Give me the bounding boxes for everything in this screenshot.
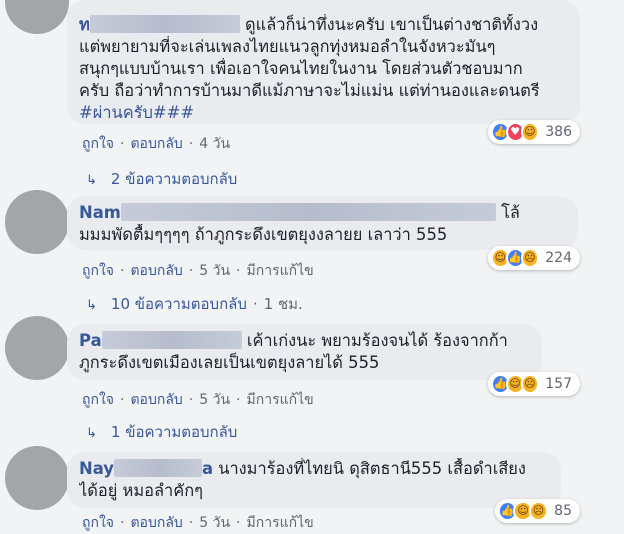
reply-arrow-icon: ↳: [86, 298, 97, 313]
comment-text-line: แต่พยายามที่จะเล่นเพลงไทยแนวลูกทุ่งหมอลำ…: [79, 37, 496, 56]
comment-actions: ถูกใจ · ตอบกลับ · 4 วัน: [82, 136, 231, 152]
sad-icon: ☹: [520, 374, 540, 394]
reply-arrow-icon: ↳: [86, 173, 97, 188]
timestamp[interactable]: 5 วัน: [199, 392, 230, 408]
comment-actions: ถูกใจ · ตอบกลับ · 5 วัน · มีการแก้ไข: [82, 392, 314, 408]
blurred-name: [113, 459, 202, 477]
reply-link[interactable]: ตอบกลับ: [130, 263, 182, 279]
comment-text-line: ดูแล้วก็น่าทึ่งนะครับ เขาเป็นต่างชาติทั้…: [245, 15, 539, 34]
like-link[interactable]: ถูกใจ: [82, 136, 114, 152]
like-link[interactable]: ถูกใจ: [82, 263, 114, 279]
avatar[interactable]: [5, 190, 69, 254]
blurred-name: [89, 15, 240, 33]
edited-label[interactable]: มีการแก้ไข: [247, 263, 314, 279]
comment-text-line: ได้อยู่ หมอลำคักๆ: [79, 481, 203, 500]
commenter-name[interactable]: Pa: [79, 331, 102, 350]
replies-timestamp: 1 ชม.: [263, 295, 303, 313]
comment-bubble: Nam โล้ มมมพัดตื้มๆๆๆๆ ถ้าภูกระดึงเขตยุง…: [67, 196, 578, 250]
comment-bubble: Nay a นางมาร้องที่ไทยนิ ดุสิตธานี555 เสื้…: [67, 452, 561, 508]
edited-label[interactable]: มีการแก้ไข: [247, 392, 314, 408]
commenter-name[interactable]: Nam: [79, 203, 121, 222]
reaction-count: 157: [545, 376, 572, 392]
timestamp[interactable]: 5 วัน: [199, 515, 230, 531]
reaction-summary[interactable]: 👍 ♥ ☺ 386: [488, 120, 580, 144]
avatar[interactable]: [5, 316, 69, 380]
comment-bubble: Pa เค้าเก่งนะ พยามร้องจนได้ ร้องจากก้า ภ…: [67, 324, 542, 380]
commenter-name[interactable]: Nay: [79, 459, 114, 478]
reaction-summary[interactable]: 👍 ☺ ☹ 85: [495, 499, 580, 523]
reply-link[interactable]: ตอบกลับ: [130, 136, 182, 152]
like-link[interactable]: ถูกใจ: [82, 515, 114, 531]
reaction-summary[interactable]: ☺ 👍 ☹ 224: [488, 246, 580, 270]
comment-text-line: ครับ ถือว่าทำการบ้านมาดีแม้ภาษาจะไม่แม่น…: [79, 81, 540, 100]
comment-text-line: ภูกระดึงเขตเมืองเลยเป็นเขตยุงลายได้ 555: [79, 353, 380, 372]
comment-text-line: มมมพัดตื้มๆๆๆๆ ถ้าภูกระดึงเขตยุงงลายย เล…: [79, 225, 448, 244]
avatar[interactable]: [5, 0, 69, 34]
reaction-count: 85: [554, 503, 572, 519]
reaction-count: 386: [545, 124, 572, 140]
hashtag-link[interactable]: #ผ่านครับ###: [79, 103, 194, 122]
avatar[interactable]: [5, 446, 69, 510]
reaction-summary[interactable]: 👍 ☺ ☹ 157: [488, 372, 580, 396]
sad-icon: ☹: [520, 248, 540, 268]
view-replies-link[interactable]: ↳ 2 ข้อความตอบกลับ: [86, 167, 237, 191]
comment-bubble: ท ดูแล้วก็น่าทึ่งนะครับ เขาเป็นต่างชาติท…: [67, 0, 580, 124]
comment-actions: ถูกใจ · ตอบกลับ · 5 วัน · มีการแก้ไข: [82, 263, 314, 279]
haha-icon: ☺: [520, 122, 540, 142]
comment-text-line: โล้: [501, 203, 520, 222]
comment-text-line: เค้าเก่งนะ พยามร้องจนได้ ร้องจากก้า: [246, 331, 508, 350]
sad-icon: ☹: [528, 501, 549, 521]
commenter-name[interactable]: ท: [79, 15, 90, 34]
view-replies-link[interactable]: ↳ 1 ข้อความตอบกลับ: [86, 420, 237, 444]
timestamp[interactable]: 5 วัน: [199, 263, 230, 279]
blurred-name: [101, 331, 242, 349]
reply-link[interactable]: ตอบกลับ: [130, 515, 182, 531]
blurred-name: [120, 203, 496, 221]
commenter-name-suffix[interactable]: a: [202, 459, 213, 478]
reply-link[interactable]: ตอบกลับ: [130, 392, 182, 408]
comment-text-line: สนุกๆแบบบ้านเรา เพื่อเอาใจคนไทยในงาน โดย…: [79, 59, 523, 78]
like-link[interactable]: ถูกใจ: [82, 392, 114, 408]
timestamp[interactable]: 4 วัน: [199, 136, 230, 152]
view-replies-link[interactable]: ↳ 10 ข้อความตอบกลับ · 1 ชม.: [86, 292, 303, 316]
edited-label[interactable]: มีการแก้ไข: [247, 515, 314, 531]
comment-text-line: นางมาร้องที่ไทยนิ ดุสิตธานี555 เสื้อดำเส…: [218, 459, 526, 478]
reaction-count: 224: [545, 250, 572, 266]
reply-arrow-icon: ↳: [86, 426, 97, 441]
comment-actions: ถูกใจ · ตอบกลับ · 5 วัน · มีการแก้ไข: [82, 515, 314, 531]
